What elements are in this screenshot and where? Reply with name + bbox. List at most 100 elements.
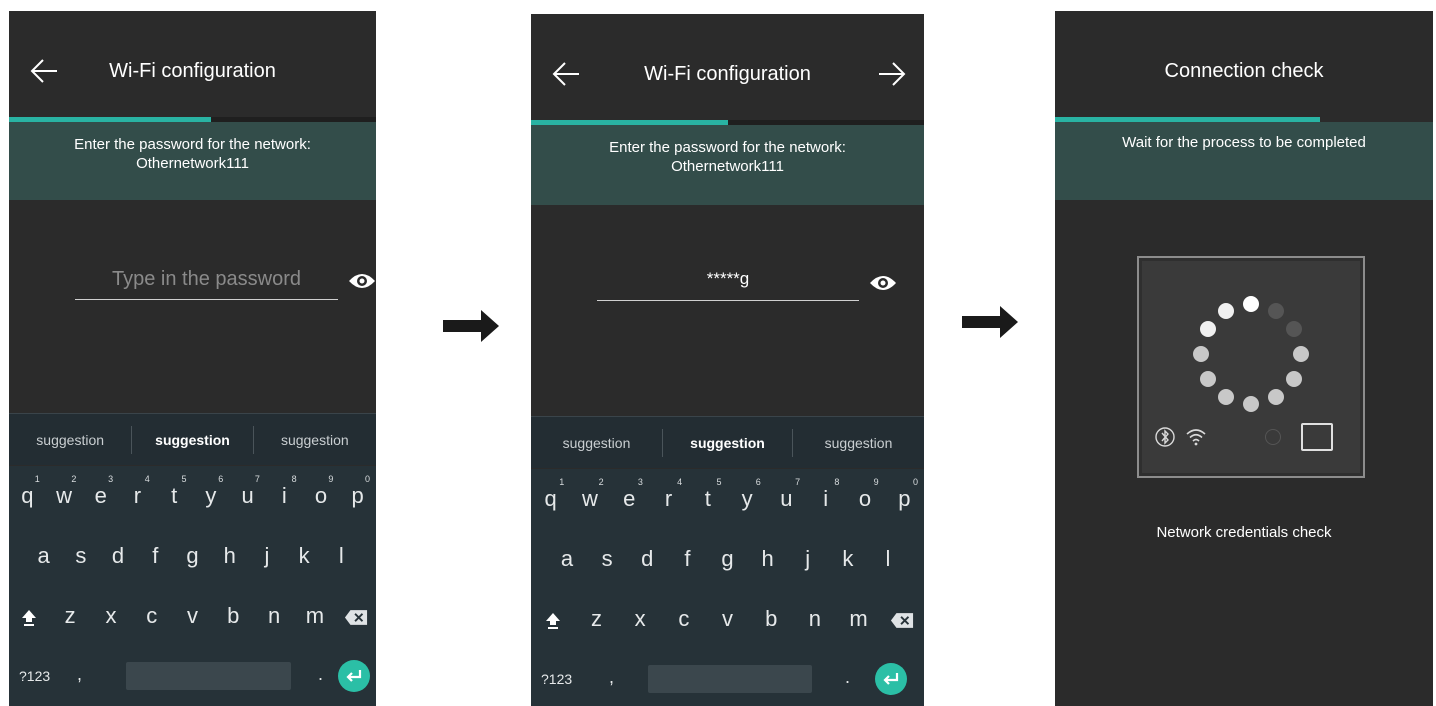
password-input[interactable]: *****g bbox=[597, 269, 859, 301]
key-o[interactable]: o9 bbox=[845, 469, 884, 529]
key-e[interactable]: e3 bbox=[610, 469, 649, 529]
key-r[interactable]: r4 bbox=[649, 469, 688, 529]
key-n[interactable]: n bbox=[793, 589, 837, 649]
key-number-hint: 9 bbox=[873, 477, 879, 487]
suggestion-left[interactable]: suggestion bbox=[531, 417, 662, 468]
key-z[interactable]: z bbox=[575, 589, 619, 649]
banner-instruction: Enter the password for the network: bbox=[609, 139, 846, 156]
period-key[interactable]: . bbox=[845, 649, 850, 705]
key-j[interactable]: j bbox=[248, 526, 285, 586]
key-h[interactable]: h bbox=[748, 529, 788, 589]
key-e[interactable]: e3 bbox=[82, 466, 119, 526]
key-u[interactable]: u7 bbox=[767, 469, 806, 529]
key-q[interactable]: q1 bbox=[9, 466, 46, 526]
key-c[interactable]: c bbox=[131, 586, 172, 646]
key-m[interactable]: m bbox=[837, 589, 881, 649]
screen-password-typed: Wi-Fi configuration Enter the password f… bbox=[531, 14, 924, 706]
password-input[interactable]: Type in the password bbox=[75, 268, 338, 300]
key-p[interactable]: p0 bbox=[339, 466, 376, 526]
key-s[interactable]: s bbox=[587, 529, 627, 589]
space-key[interactable] bbox=[126, 662, 291, 690]
key-c[interactable]: c bbox=[662, 589, 706, 649]
wifi-icon bbox=[1185, 428, 1207, 451]
key-k[interactable]: k bbox=[286, 526, 323, 586]
key-j[interactable]: j bbox=[788, 529, 828, 589]
backspace-icon[interactable] bbox=[335, 586, 376, 646]
key-number-hint: 1 bbox=[34, 474, 40, 484]
back-arrow-icon[interactable] bbox=[551, 60, 581, 88]
eye-icon[interactable] bbox=[347, 269, 376, 293]
eye-icon[interactable] bbox=[868, 271, 898, 295]
key-v[interactable]: v bbox=[706, 589, 750, 649]
comma-key[interactable]: , bbox=[609, 649, 614, 705]
spinner-dot bbox=[1268, 302, 1284, 319]
key-g[interactable]: g bbox=[174, 526, 211, 586]
key-f[interactable]: f bbox=[137, 526, 174, 586]
key-o[interactable]: o9 bbox=[303, 466, 340, 526]
spinner-dot bbox=[1243, 296, 1259, 312]
key-n[interactable]: n bbox=[254, 586, 295, 646]
key-label: o bbox=[858, 486, 872, 511]
forward-arrow-icon[interactable] bbox=[877, 60, 907, 88]
spinner-dot bbox=[1293, 346, 1309, 362]
key-x[interactable]: x bbox=[618, 589, 662, 649]
key-i[interactable]: i8 bbox=[806, 469, 845, 529]
symbols-key[interactable]: ?123 bbox=[19, 646, 50, 706]
key-u[interactable]: u7 bbox=[229, 466, 266, 526]
key-number-hint: 9 bbox=[328, 474, 334, 484]
key-label: q bbox=[21, 483, 34, 508]
key-x[interactable]: x bbox=[91, 586, 132, 646]
key-y[interactable]: y6 bbox=[727, 469, 766, 529]
key-label: e bbox=[94, 483, 107, 508]
period-key[interactable]: . bbox=[318, 646, 323, 702]
key-r[interactable]: r4 bbox=[119, 466, 156, 526]
key-k[interactable]: k bbox=[828, 529, 868, 589]
key-a[interactable]: a bbox=[25, 526, 62, 586]
key-l[interactable]: l bbox=[868, 529, 908, 589]
device-illustration bbox=[1137, 256, 1365, 478]
suggestion-center[interactable]: suggestion bbox=[131, 414, 254, 465]
key-d[interactable]: d bbox=[99, 526, 136, 586]
key-v[interactable]: v bbox=[172, 586, 213, 646]
key-label: p bbox=[351, 483, 364, 508]
key-m[interactable]: m bbox=[294, 586, 335, 646]
key-label: i bbox=[823, 486, 829, 511]
key-g[interactable]: g bbox=[707, 529, 747, 589]
key-t[interactable]: t5 bbox=[688, 469, 727, 529]
suggestion-left[interactable]: suggestion bbox=[9, 414, 131, 465]
key-i[interactable]: i8 bbox=[266, 466, 303, 526]
comma-key[interactable]: , bbox=[77, 646, 82, 702]
key-y[interactable]: y6 bbox=[193, 466, 230, 526]
key-b[interactable]: b bbox=[749, 589, 793, 649]
app-bar: Connection check bbox=[1055, 11, 1433, 117]
enter-icon[interactable] bbox=[338, 660, 370, 692]
key-s[interactable]: s bbox=[62, 526, 99, 586]
key-q[interactable]: q1 bbox=[531, 469, 570, 529]
key-b[interactable]: b bbox=[213, 586, 254, 646]
back-arrow-icon[interactable] bbox=[29, 57, 59, 85]
key-label: t bbox=[704, 486, 711, 511]
enter-icon[interactable] bbox=[875, 663, 907, 695]
backspace-icon[interactable] bbox=[880, 589, 924, 649]
space-key[interactable] bbox=[648, 665, 812, 693]
screen-password-empty: Wi-Fi configuration Enter the password f… bbox=[9, 11, 376, 706]
key-h[interactable]: h bbox=[211, 526, 248, 586]
key-w[interactable]: w2 bbox=[570, 469, 609, 529]
key-w[interactable]: w2 bbox=[46, 466, 83, 526]
key-f[interactable]: f bbox=[667, 529, 707, 589]
key-number-hint: 0 bbox=[912, 477, 918, 487]
suggestion-right[interactable]: suggestion bbox=[254, 414, 376, 465]
suggestion-right[interactable]: suggestion bbox=[793, 417, 924, 468]
key-l[interactable]: l bbox=[323, 526, 360, 586]
key-d[interactable]: d bbox=[627, 529, 667, 589]
key-number-hint: 3 bbox=[637, 477, 643, 487]
key-label: r bbox=[664, 486, 673, 511]
suggestion-center[interactable]: suggestion bbox=[662, 417, 793, 468]
key-z[interactable]: z bbox=[50, 586, 91, 646]
key-p[interactable]: p0 bbox=[885, 469, 924, 529]
shift-icon[interactable] bbox=[9, 586, 50, 646]
key-t[interactable]: t5 bbox=[156, 466, 193, 526]
key-a[interactable]: a bbox=[547, 529, 587, 589]
shift-icon[interactable] bbox=[531, 589, 575, 649]
symbols-key[interactable]: ?123 bbox=[541, 649, 572, 706]
